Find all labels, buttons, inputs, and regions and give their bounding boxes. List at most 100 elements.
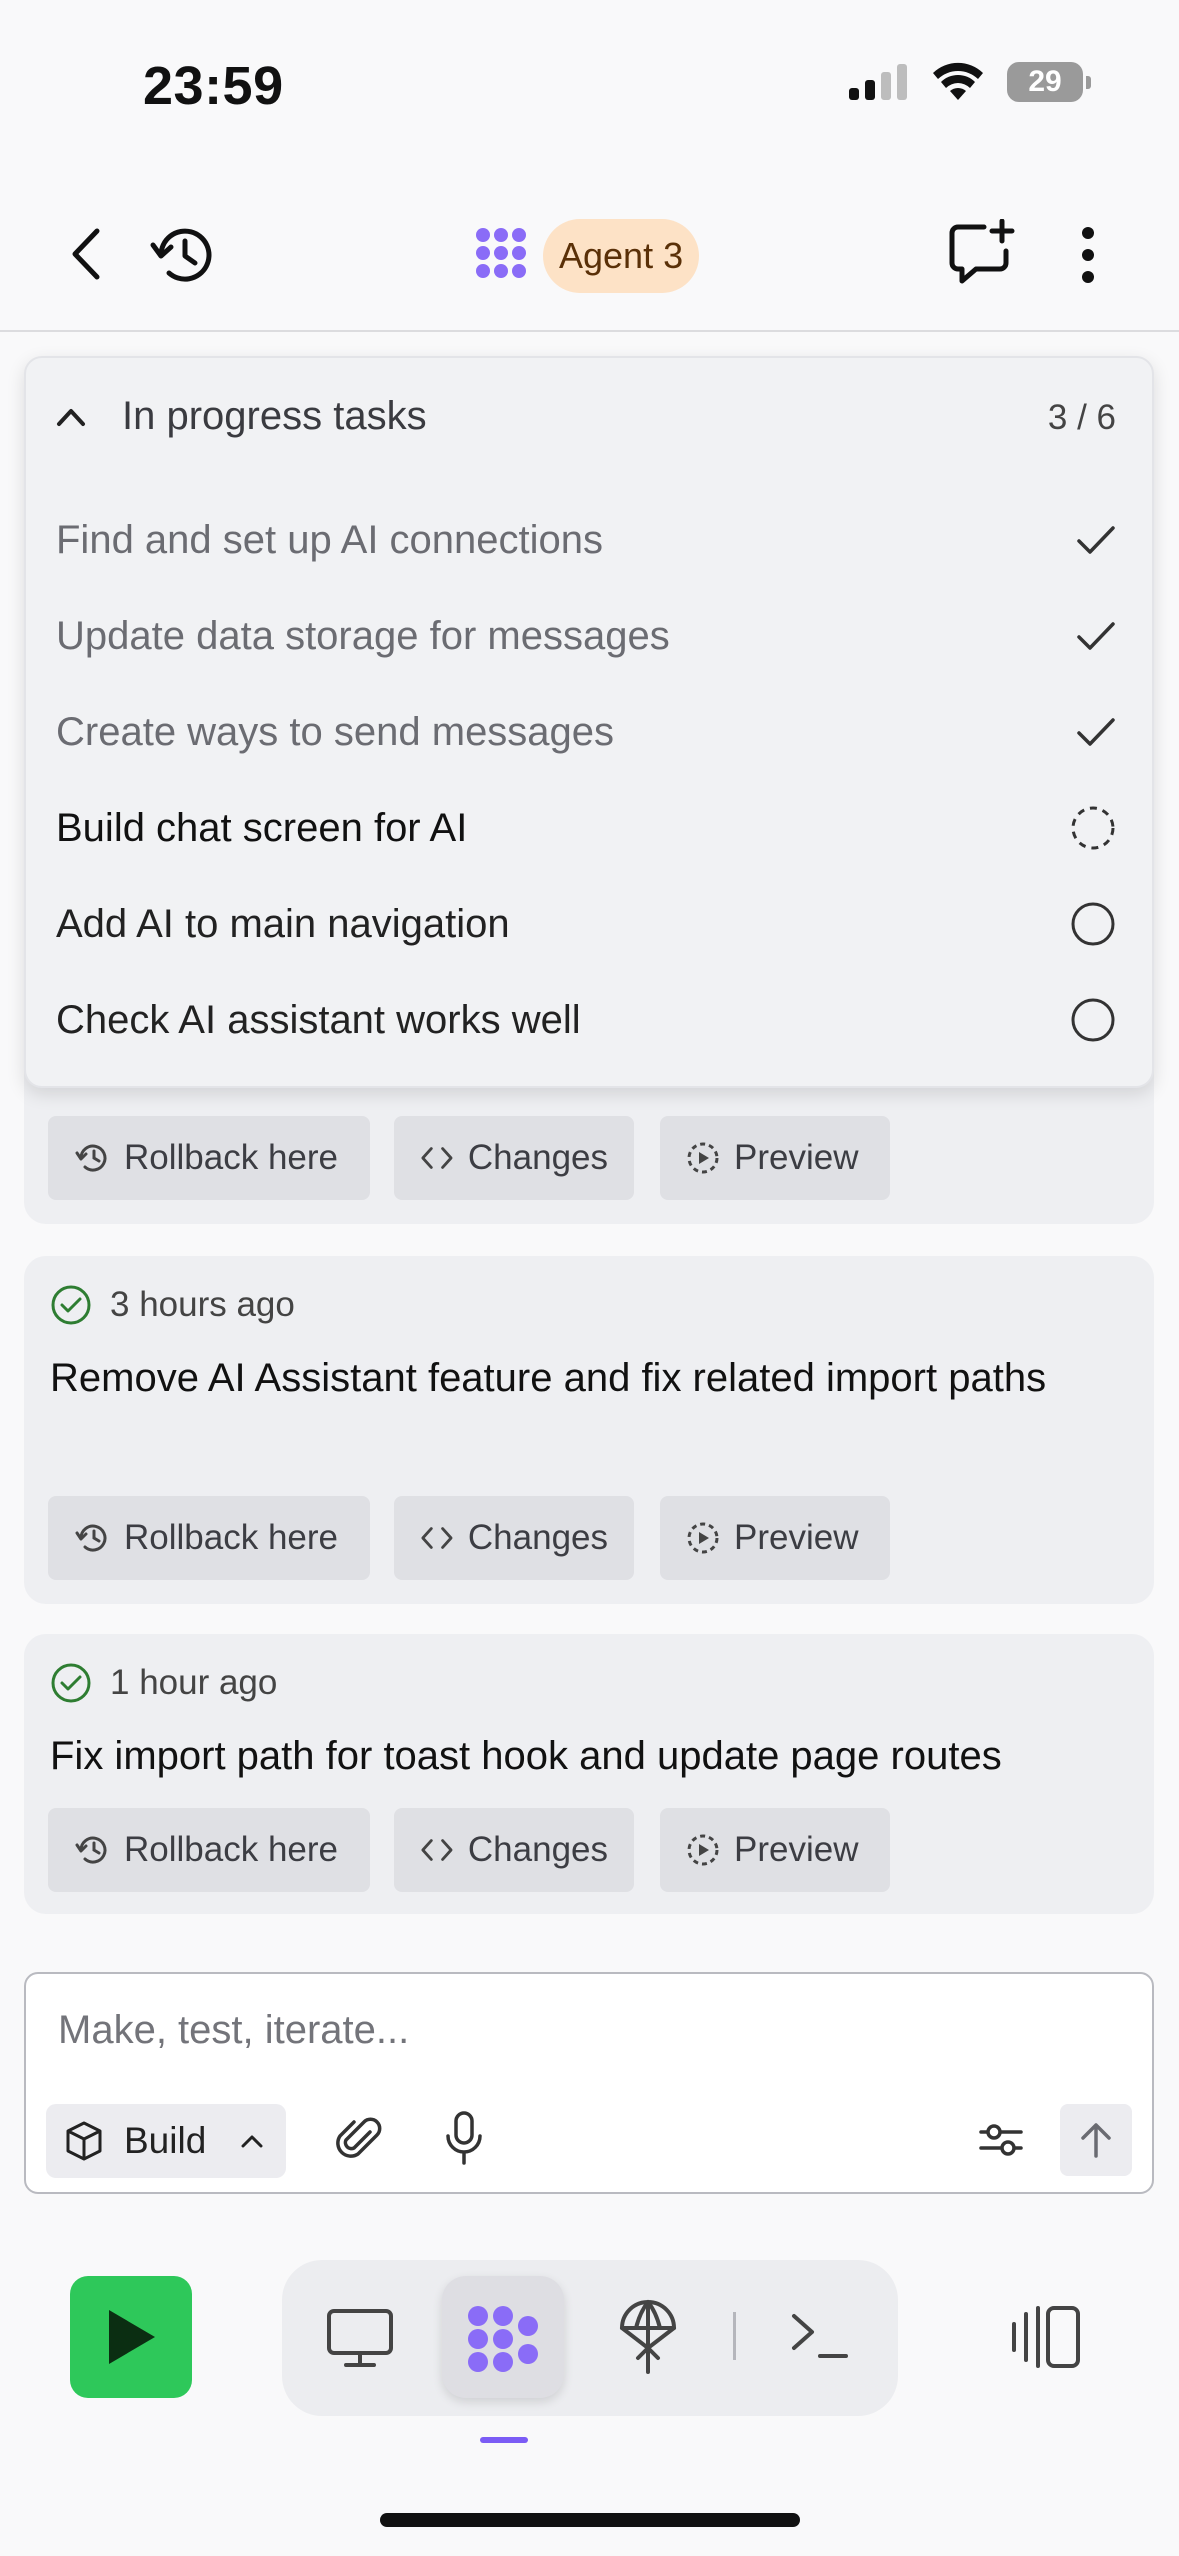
agent-badge[interactable]: Agent 3 bbox=[543, 219, 700, 293]
rollback-icon bbox=[75, 1836, 107, 1864]
tab-agent[interactable] bbox=[466, 2304, 540, 2379]
checkpoint-card: 1 hour ago Fix import path for toast hoo… bbox=[24, 1634, 1154, 1914]
new-chat-button[interactable] bbox=[948, 218, 1016, 288]
preview-play-icon bbox=[687, 1522, 719, 1554]
task-label: Check AI assistant works well bbox=[56, 997, 581, 1042]
in-progress-tasks-panel: In progress tasks 3 / 6 Find and set up … bbox=[24, 356, 1154, 1088]
rollback-label: Rollback here bbox=[124, 1830, 338, 1869]
task-item: Create ways to send messages bbox=[56, 684, 1116, 780]
rollback-label: Rollback here bbox=[124, 1518, 338, 1557]
sliders-icon bbox=[979, 2124, 1023, 2156]
back-button[interactable] bbox=[58, 222, 114, 286]
attach-button[interactable] bbox=[336, 2114, 382, 2169]
settings-sliders-button[interactable] bbox=[978, 2120, 1024, 2165]
preview-play-icon bbox=[687, 1142, 719, 1174]
preview-label: Preview bbox=[734, 1830, 859, 1869]
preview-label: Preview bbox=[734, 1138, 859, 1177]
changes-button[interactable]: Changes bbox=[394, 1496, 634, 1580]
history-icon bbox=[150, 228, 212, 282]
task-item: Check AI assistant works well bbox=[56, 972, 1116, 1068]
task-label: Update data storage for messages bbox=[56, 613, 670, 658]
check-circle-icon bbox=[51, 1663, 91, 1703]
task-item: Add AI to main navigation bbox=[56, 876, 1116, 972]
task-label: Add AI to main navigation bbox=[56, 901, 510, 946]
task-label: Build chat screen for AI bbox=[56, 805, 468, 850]
battery-indicator: 29 bbox=[1007, 62, 1091, 102]
agent-icon bbox=[468, 2306, 538, 2372]
microphone-button[interactable] bbox=[444, 2110, 484, 2171]
changes-label: Changes bbox=[467, 1830, 608, 1869]
checkpoint-time-label: 1 hour ago bbox=[110, 1663, 278, 1702]
task-item: Find and set up AI connections bbox=[56, 492, 1116, 588]
checkpoint-time-label: 3 hours ago bbox=[110, 1285, 295, 1324]
paperclip-icon bbox=[336, 2117, 382, 2158]
rollback-button[interactable]: Rollback here bbox=[48, 1496, 370, 1580]
checkpoint-title: Remove AI Assistant feature and fix rela… bbox=[50, 1356, 1047, 1400]
more-options-button[interactable] bbox=[1072, 222, 1104, 288]
build-mode-label: Build bbox=[124, 2120, 207, 2161]
new-chat-icon bbox=[949, 219, 1015, 284]
run-button[interactable] bbox=[70, 2276, 192, 2398]
agent-logo-icon bbox=[474, 226, 528, 285]
checkmark-icon bbox=[1077, 622, 1115, 650]
checkpoint-card: 3 hours ago Remove AI Assistant feature … bbox=[24, 1256, 1154, 1604]
changes-button[interactable]: Changes bbox=[394, 1116, 634, 1200]
task-item: Update data storage for messages bbox=[56, 588, 1116, 684]
message-composer[interactable]: Make, test, iterate... Build bbox=[24, 1972, 1154, 2194]
checkmark-icon bbox=[1077, 718, 1115, 746]
preview-button[interactable]: Preview bbox=[660, 1808, 890, 1892]
wifi-icon bbox=[933, 62, 983, 100]
monitor-icon bbox=[327, 2309, 393, 2367]
checkpoint-time: 3 hours ago bbox=[50, 1284, 295, 1326]
active-tab-indicator bbox=[480, 2437, 528, 2443]
chevron-up-icon bbox=[57, 408, 85, 426]
microphone-icon bbox=[446, 2111, 482, 2165]
changes-button[interactable]: Changes bbox=[394, 1808, 634, 1892]
checkpoint-time: 1 hour ago bbox=[50, 1662, 277, 1704]
cube-icon bbox=[66, 2121, 102, 2161]
changes-label: Changes bbox=[467, 1518, 608, 1557]
check-circle-icon bbox=[51, 1285, 91, 1325]
preview-button[interactable]: Preview bbox=[660, 1496, 890, 1580]
tab-divider bbox=[733, 2312, 736, 2360]
deploy-parachute-icon bbox=[620, 2300, 676, 2374]
arrow-up-icon bbox=[1081, 2123, 1111, 2158]
rollback-button[interactable]: Rollback here bbox=[48, 1808, 370, 1892]
task-label: Create ways to send messages bbox=[56, 709, 615, 754]
rollback-button[interactable]: Rollback here bbox=[48, 1116, 370, 1200]
build-mode-button[interactable]: Build bbox=[46, 2104, 286, 2178]
tab-deploy[interactable] bbox=[618, 2298, 678, 2379]
rollback-label: Rollback here bbox=[124, 1138, 338, 1177]
preview-play-icon bbox=[687, 1834, 719, 1866]
tasks-panel-title: In progress tasks bbox=[122, 394, 427, 438]
status-icons: 29 bbox=[849, 62, 1091, 102]
tab-shell[interactable] bbox=[790, 2310, 850, 2367]
rollback-icon bbox=[75, 1524, 107, 1552]
task-item: Build chat screen for AI bbox=[56, 780, 1116, 876]
cellular-signal-icon bbox=[849, 64, 907, 100]
pending-circle-icon bbox=[1071, 902, 1115, 946]
terminal-prompt-icon bbox=[792, 2314, 848, 2358]
tab-preview[interactable] bbox=[326, 2308, 394, 2373]
home-indicator bbox=[380, 2513, 800, 2527]
tasks-panel-toggle[interactable]: In progress tasks bbox=[56, 394, 427, 439]
preview-label: Preview bbox=[734, 1518, 859, 1557]
rollback-icon bbox=[75, 1144, 107, 1172]
more-vertical-icon bbox=[1082, 227, 1094, 283]
in-progress-circle-icon bbox=[1071, 806, 1115, 850]
code-icon bbox=[421, 1147, 453, 1169]
tasks-count: 3 / 6 bbox=[1047, 398, 1116, 437]
chevron-left-icon bbox=[72, 228, 100, 280]
chevron-up-icon bbox=[241, 2135, 263, 2148]
history-button[interactable] bbox=[146, 222, 216, 288]
checkpoint-title: Fix import path for toast hook and updat… bbox=[50, 1734, 1002, 1778]
changes-label: Changes bbox=[467, 1138, 608, 1177]
composer-input[interactable]: Make, test, iterate... bbox=[58, 2008, 409, 2053]
panels-button[interactable] bbox=[1012, 2304, 1082, 2375]
code-icon bbox=[421, 1527, 453, 1549]
checkmark-icon bbox=[1077, 526, 1115, 554]
pending-circle-icon bbox=[1071, 998, 1115, 1042]
play-icon bbox=[109, 2310, 155, 2364]
preview-button[interactable]: Preview bbox=[660, 1116, 890, 1200]
send-button[interactable] bbox=[1060, 2104, 1132, 2176]
